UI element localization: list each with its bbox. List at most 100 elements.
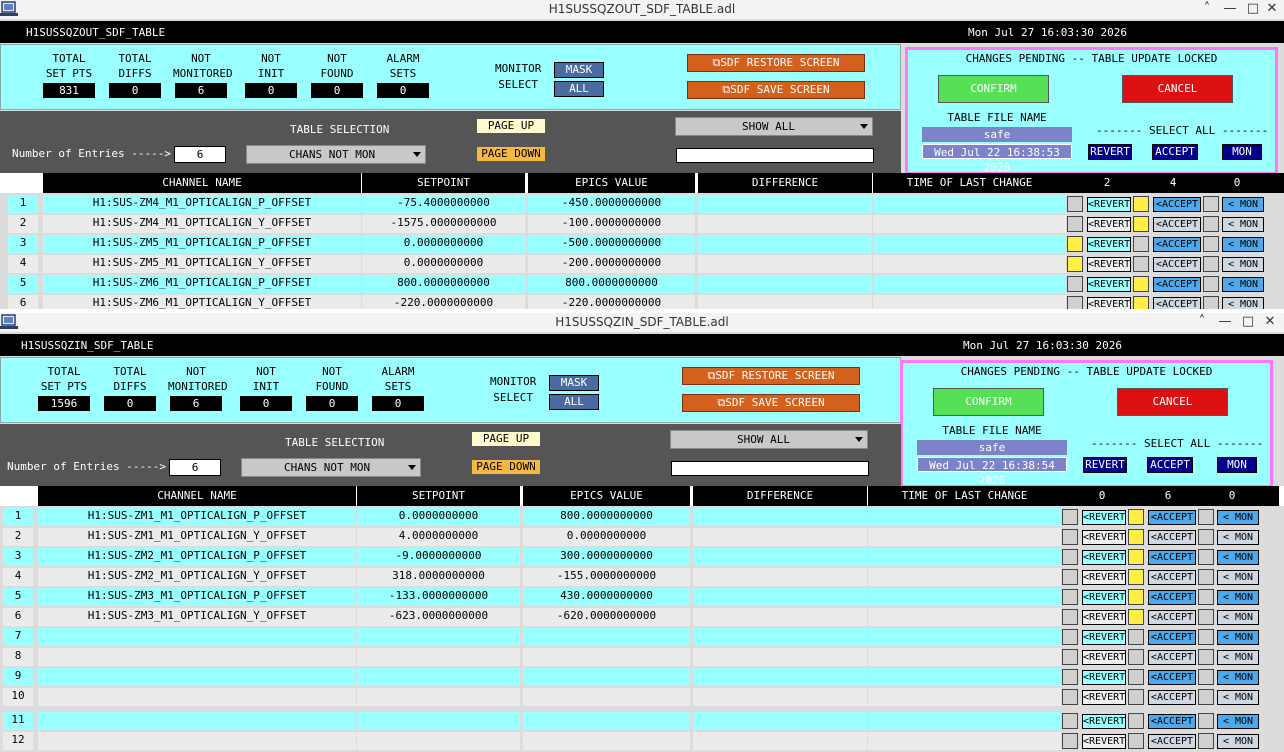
minimize-icon[interactable]: —: [1217, 315, 1233, 329]
revert-checkbox[interactable]: [1062, 649, 1078, 665]
row-accept-button[interactable]: <ACCEPT: [1148, 650, 1196, 665]
row-revert-button[interactable]: <REVERT: [1082, 714, 1126, 729]
accept-checkbox[interactable]: [1128, 689, 1144, 705]
accept-checkbox[interactable]: [1133, 256, 1149, 272]
all-button[interactable]: ALL: [554, 81, 604, 97]
filter-input[interactable]: [676, 148, 874, 163]
mon-checkbox[interactable]: [1203, 296, 1219, 309]
accept-checkbox[interactable]: [1128, 549, 1144, 565]
mon-checkbox[interactable]: [1198, 649, 1214, 665]
row-mon-button[interactable]: < MON: [1217, 530, 1259, 545]
mon-checkbox[interactable]: [1198, 529, 1214, 545]
row-accept-button[interactable]: <ACCEPT: [1148, 610, 1196, 625]
revert-checkbox[interactable]: [1062, 609, 1078, 625]
sdf-restore-screen-button[interactable]: ⧉SDF RESTORE SCREEN: [687, 54, 865, 72]
row-mon-button[interactable]: < MON: [1217, 670, 1259, 685]
mon-checkbox[interactable]: [1198, 549, 1214, 565]
mon-checkbox[interactable]: [1198, 589, 1214, 605]
row-revert-button[interactable]: <REVERT: [1087, 197, 1131, 212]
mon-checkbox[interactable]: [1203, 216, 1219, 232]
mon-checkbox[interactable]: [1198, 509, 1214, 525]
accept-checkbox[interactable]: [1128, 649, 1144, 665]
maximize-icon[interactable]: □: [1240, 315, 1256, 329]
mon-checkbox[interactable]: [1203, 256, 1219, 272]
row-mon-button[interactable]: < MON: [1217, 510, 1259, 525]
mon-checkbox[interactable]: [1198, 609, 1214, 625]
row-revert-button[interactable]: <REVERT: [1087, 297, 1131, 309]
accept-checkbox[interactable]: [1133, 236, 1149, 252]
accept-checkbox[interactable]: [1128, 669, 1144, 685]
shade-icon[interactable]: ˄: [1199, 2, 1215, 16]
accept-checkbox[interactable]: [1128, 509, 1144, 525]
revert-checkbox[interactable]: [1067, 216, 1083, 232]
select-all-revert-button[interactable]: REVERT: [1088, 144, 1132, 160]
accept-checkbox[interactable]: [1128, 569, 1144, 585]
maximize-icon[interactable]: □: [1245, 2, 1261, 16]
row-mon-button[interactable]: < MON: [1217, 690, 1259, 705]
confirm-button[interactable]: CONFIRM: [933, 388, 1044, 416]
accept-checkbox[interactable]: [1128, 529, 1144, 545]
row-accept-button[interactable]: <ACCEPT: [1148, 510, 1196, 525]
accept-checkbox[interactable]: [1128, 733, 1144, 749]
row-accept-button[interactable]: <ACCEPT: [1153, 257, 1201, 272]
row-accept-button[interactable]: <ACCEPT: [1153, 237, 1201, 252]
row-mon-button[interactable]: < MON: [1222, 237, 1264, 252]
confirm-button[interactable]: CONFIRM: [938, 75, 1049, 103]
row-mon-button[interactable]: < MON: [1217, 630, 1259, 645]
row-accept-button[interactable]: <ACCEPT: [1153, 197, 1201, 212]
page-down-button[interactable]: PAGE DOWN: [471, 459, 541, 475]
mon-checkbox[interactable]: [1198, 629, 1214, 645]
revert-checkbox[interactable]: [1062, 549, 1078, 565]
row-revert-button[interactable]: <REVERT: [1082, 630, 1126, 645]
row-mon-button[interactable]: < MON: [1222, 197, 1264, 212]
accept-checkbox[interactable]: [1133, 196, 1149, 212]
row-accept-button[interactable]: <ACCEPT: [1148, 550, 1196, 565]
revert-checkbox[interactable]: [1062, 589, 1078, 605]
row-revert-button[interactable]: <REVERT: [1082, 734, 1126, 749]
shade-icon[interactable]: ˄: [1194, 315, 1210, 329]
revert-checkbox[interactable]: [1062, 509, 1078, 525]
accept-checkbox[interactable]: [1128, 629, 1144, 645]
show-all-dropdown[interactable]: SHOW ALL: [670, 430, 868, 449]
select-all-accept-button[interactable]: ACCEPT: [1147, 457, 1193, 473]
show-all-dropdown[interactable]: SHOW ALL: [675, 117, 873, 136]
close-icon[interactable]: ✕: [1264, 2, 1280, 16]
row-accept-button[interactable]: <ACCEPT: [1148, 690, 1196, 705]
row-mon-button[interactable]: < MON: [1222, 297, 1264, 309]
revert-checkbox[interactable]: [1062, 689, 1078, 705]
row-revert-button[interactable]: <REVERT: [1082, 650, 1126, 665]
revert-checkbox[interactable]: [1067, 256, 1083, 272]
row-accept-button[interactable]: <ACCEPT: [1148, 734, 1196, 749]
row-mon-button[interactable]: < MON: [1217, 570, 1259, 585]
row-revert-button[interactable]: <REVERT: [1087, 257, 1131, 272]
row-accept-button[interactable]: <ACCEPT: [1148, 530, 1196, 545]
accept-checkbox[interactable]: [1128, 609, 1144, 625]
revert-checkbox[interactable]: [1067, 276, 1083, 292]
select-all-revert-button[interactable]: REVERT: [1083, 457, 1127, 473]
select-all-accept-button[interactable]: ACCEPT: [1152, 144, 1198, 160]
row-mon-button[interactable]: < MON: [1217, 590, 1259, 605]
mon-checkbox[interactable]: [1198, 713, 1214, 729]
row-revert-button[interactable]: <REVERT: [1087, 237, 1131, 252]
mask-button[interactable]: MASK: [554, 62, 604, 78]
row-mon-button[interactable]: < MON: [1222, 217, 1264, 232]
row-accept-button[interactable]: <ACCEPT: [1148, 590, 1196, 605]
cancel-button[interactable]: CANCEL: [1122, 75, 1233, 103]
row-revert-button[interactable]: <REVERT: [1082, 670, 1126, 685]
row-mon-button[interactable]: < MON: [1217, 610, 1259, 625]
row-revert-button[interactable]: <REVERT: [1082, 550, 1126, 565]
page-down-button[interactable]: PAGE DOWN: [476, 146, 546, 162]
mon-checkbox[interactable]: [1198, 733, 1214, 749]
accept-checkbox[interactable]: [1128, 589, 1144, 605]
mon-checkbox[interactable]: [1198, 569, 1214, 585]
row-revert-button[interactable]: <REVERT: [1087, 217, 1131, 232]
accept-checkbox[interactable]: [1133, 276, 1149, 292]
mon-checkbox[interactable]: [1203, 196, 1219, 212]
row-mon-button[interactable]: < MON: [1217, 550, 1259, 565]
sdf-save-screen-button[interactable]: ⧉SDF SAVE SCREEN: [682, 394, 860, 412]
revert-checkbox[interactable]: [1062, 629, 1078, 645]
row-revert-button[interactable]: <REVERT: [1082, 510, 1126, 525]
revert-checkbox[interactable]: [1062, 529, 1078, 545]
row-revert-button[interactable]: <REVERT: [1087, 277, 1131, 292]
revert-checkbox[interactable]: [1067, 296, 1083, 309]
